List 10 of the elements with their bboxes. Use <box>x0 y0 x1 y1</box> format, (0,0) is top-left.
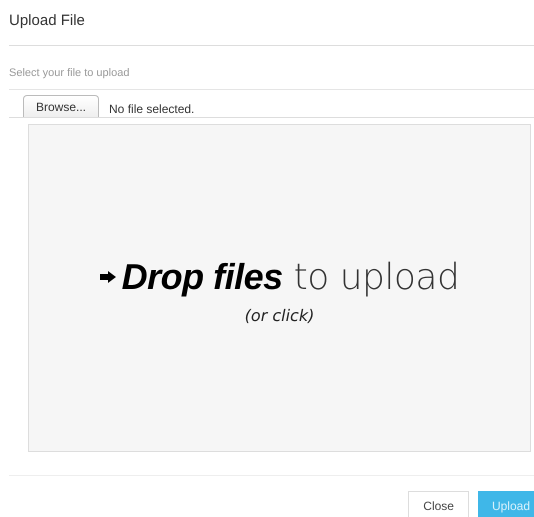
dropzone[interactable]: Drop files to upload (or click) <box>28 124 531 452</box>
arrow-icon <box>100 270 116 282</box>
drop-message: Drop files to upload <box>122 256 460 298</box>
dialog-button[interactable]: Close <box>408 491 469 517</box>
file-input[interactable]: Browse... No file selected. <box>9 89 534 118</box>
dialog-title: Upload File <box>9 11 86 31</box>
file-status: No file selected. <box>109 102 194 117</box>
browse-button[interactable]: Browse... <box>23 95 100 117</box>
drop-hint: (or click) <box>244 306 314 324</box>
field-label: Select your file to upload <box>9 67 130 79</box>
